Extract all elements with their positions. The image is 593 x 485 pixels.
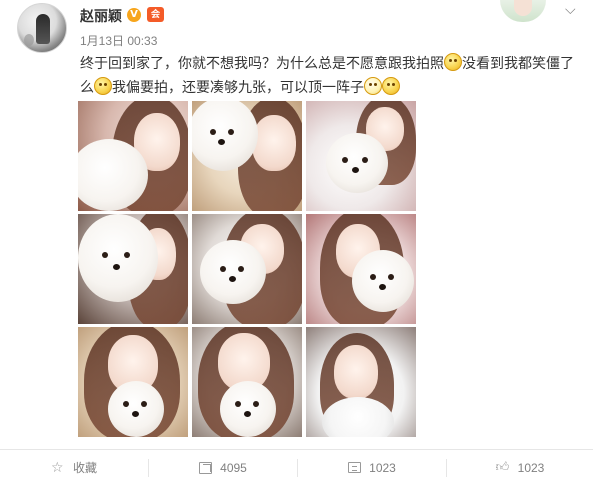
comment-count: 1023 [369,460,396,475]
share-icon [199,461,213,474]
star-icon: ☆ [50,459,64,476]
comment-icon [348,462,362,473]
photo-thumbnail[interactable] [306,327,416,437]
share-count: 4095 [220,460,247,475]
photo-thumbnail[interactable] [192,101,302,211]
photo-thumbnail[interactable] [78,327,188,437]
like-button[interactable]: 👍︎ 1023 [447,450,593,485]
photo-thumbnail[interactable] [78,214,188,324]
chevron-down-icon[interactable]: ⌵ [565,2,576,18]
smirk-emoji-icon [444,53,462,71]
favorite-button[interactable]: ☆ 收藏 [0,450,148,485]
photo-thumbnail[interactable] [192,214,302,324]
post-text-segment: 我偏要拍，还要凑够九张，可以顶一阵子 [112,80,364,96]
thumbs-up-icon: 👍︎ [495,460,510,475]
user-avatar[interactable] [17,3,67,53]
like-count: 1023 [517,460,545,475]
smirk-emoji-icon [94,77,112,95]
post-timestamp[interactable]: 1月13日 00:33 [80,32,157,49]
comment-button[interactable]: 1023 [298,450,446,485]
photo-thumbnail[interactable] [306,101,416,211]
weibo-post-card: 赵丽颖 V 会 1月13日 00:33 ⌵ 终于回到家了，你就不想我吗？为什么总… [0,0,593,485]
vip-badge-icon: 会 [147,7,164,22]
smirk-emoji-icon [382,77,400,95]
post-text: 终于回到家了，你就不想我吗？为什么总是不愿意跟我拍照 没看到我都笑僵了么 我偏要拍，… [80,52,580,100]
photo-thumbnail[interactable] [306,214,416,324]
cartoon-avatar-decoration [500,0,546,22]
photo-thumbnail[interactable] [192,327,302,437]
favorite-label: 收藏 [72,461,97,475]
username[interactable]: 赵丽颖 [80,6,122,26]
share-button[interactable]: 4095 [149,450,297,485]
grin-emoji-icon [364,77,382,95]
photo-thumbnail[interactable] [78,101,188,211]
verified-badge-icon: V [127,8,141,22]
post-text-segment: 终于回到家了，你就不想我吗？为什么总是不愿意跟我拍照 [80,56,444,72]
